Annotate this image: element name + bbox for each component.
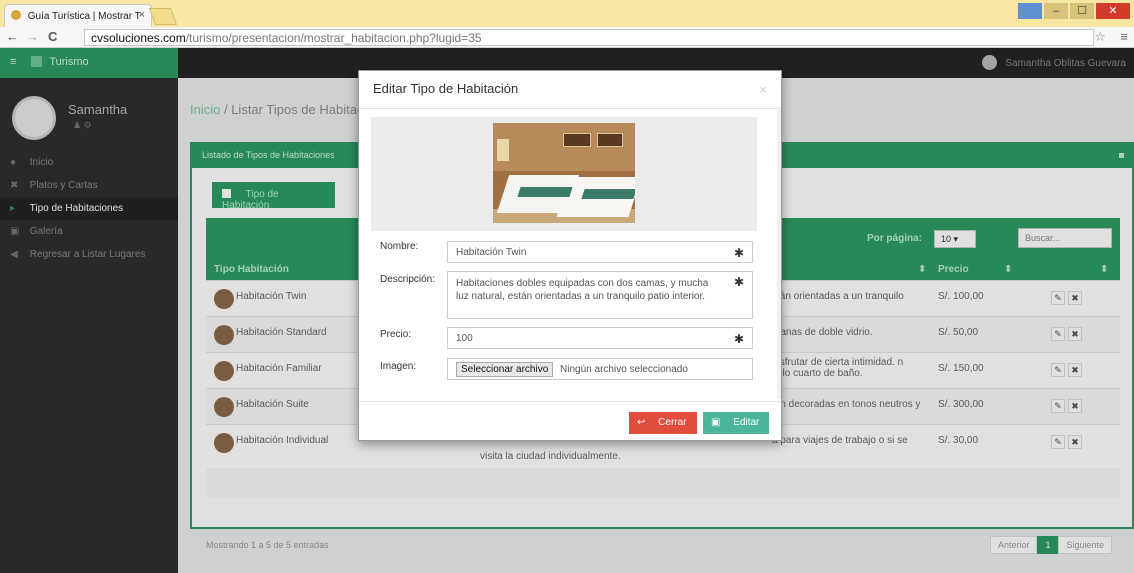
url-domain: cvsoluciones.com — [91, 31, 186, 45]
favicon-icon — [11, 10, 21, 20]
cancel-button[interactable]: ↩ Cerrar — [629, 412, 697, 434]
save-icon: ▣ — [711, 417, 721, 428]
required-icon: ✱ — [733, 246, 744, 260]
new-tab-button[interactable] — [148, 8, 178, 25]
description-value: Habitaciones dobles equipadas con dos ca… — [456, 278, 709, 302]
close-window-button[interactable]: ✕ — [1096, 3, 1130, 19]
url-input[interactable]: cvsoluciones.com/turismo/presentacion/mo… — [84, 29, 1094, 46]
reload-icon[interactable]: C — [48, 29, 57, 44]
url-path: /turismo/presentacion/mostrar_habitacion… — [185, 31, 482, 45]
back-icon[interactable]: ← — [6, 29, 19, 44]
choose-file-button[interactable]: Seleccionar archivo — [456, 362, 554, 377]
image-label: Imagen: — [380, 361, 417, 372]
description-label: Descripción: — [380, 274, 436, 285]
minimize-button[interactable]: – — [1044, 3, 1068, 19]
dialog-header: Editar Tipo de Habitación — [359, 71, 781, 109]
maximize-button[interactable]: ☐ — [1070, 3, 1094, 19]
required-icon: ✱ — [733, 332, 744, 346]
dialog-footer: ↩ Cerrar ▣ Editar — [359, 401, 781, 441]
room-photo — [493, 123, 635, 223]
price-value: 100 — [456, 333, 473, 344]
image-preview-box — [371, 117, 757, 231]
price-label: Precio: — [380, 329, 412, 340]
dialog-title: Editar Tipo de Habitación — [373, 81, 519, 96]
required-icon: ✱ — [733, 275, 744, 289]
name-value: Habitación Twin — [456, 247, 527, 258]
browser-tab[interactable]: Guía Turística | Mostrar T × — [4, 4, 152, 27]
forward-icon[interactable]: → — [26, 29, 39, 44]
close-tab-icon[interactable]: × — [139, 9, 145, 21]
cancel-button-label: Cerrar — [658, 417, 687, 428]
edit-room-type-dialog: Editar Tipo de Habitación × Nombre: Habi… — [358, 70, 782, 441]
name-label: Nombre: — [380, 241, 419, 252]
price-field[interactable]: 100 ✱ — [447, 327, 753, 349]
undo-icon: ↩ — [637, 417, 646, 428]
file-status: Ningún archivo seleccionado — [560, 364, 688, 375]
close-icon[interactable]: × — [759, 82, 767, 97]
description-field[interactable]: Habitaciones dobles equipadas con dos ca… — [447, 271, 753, 319]
bookmark-star-icon[interactable]: ☆ — [1094, 29, 1106, 45]
name-field[interactable]: Habitación Twin ✱ — [447, 241, 753, 263]
profile-icon[interactable] — [1018, 3, 1042, 19]
image-file-input[interactable]: Seleccionar archivo Ningún archivo selec… — [447, 358, 753, 380]
window-controls: – ☐ ✕ — [1018, 3, 1130, 19]
browser-menu-icon[interactable]: ≡ — [1120, 29, 1128, 44]
save-button[interactable]: ▣ Editar — [703, 412, 769, 434]
address-bar-row: ← → C cvsoluciones.com/turismo/presentac… — [0, 27, 1134, 48]
tab-title: Guía Turística | Mostrar T — [27, 11, 141, 22]
save-button-label: Editar — [733, 417, 760, 428]
browser-tabstrip: Guía Turística | Mostrar T × – ☐ ✕ — [0, 0, 1134, 27]
dialog-scrollbar[interactable] — [777, 107, 781, 399]
